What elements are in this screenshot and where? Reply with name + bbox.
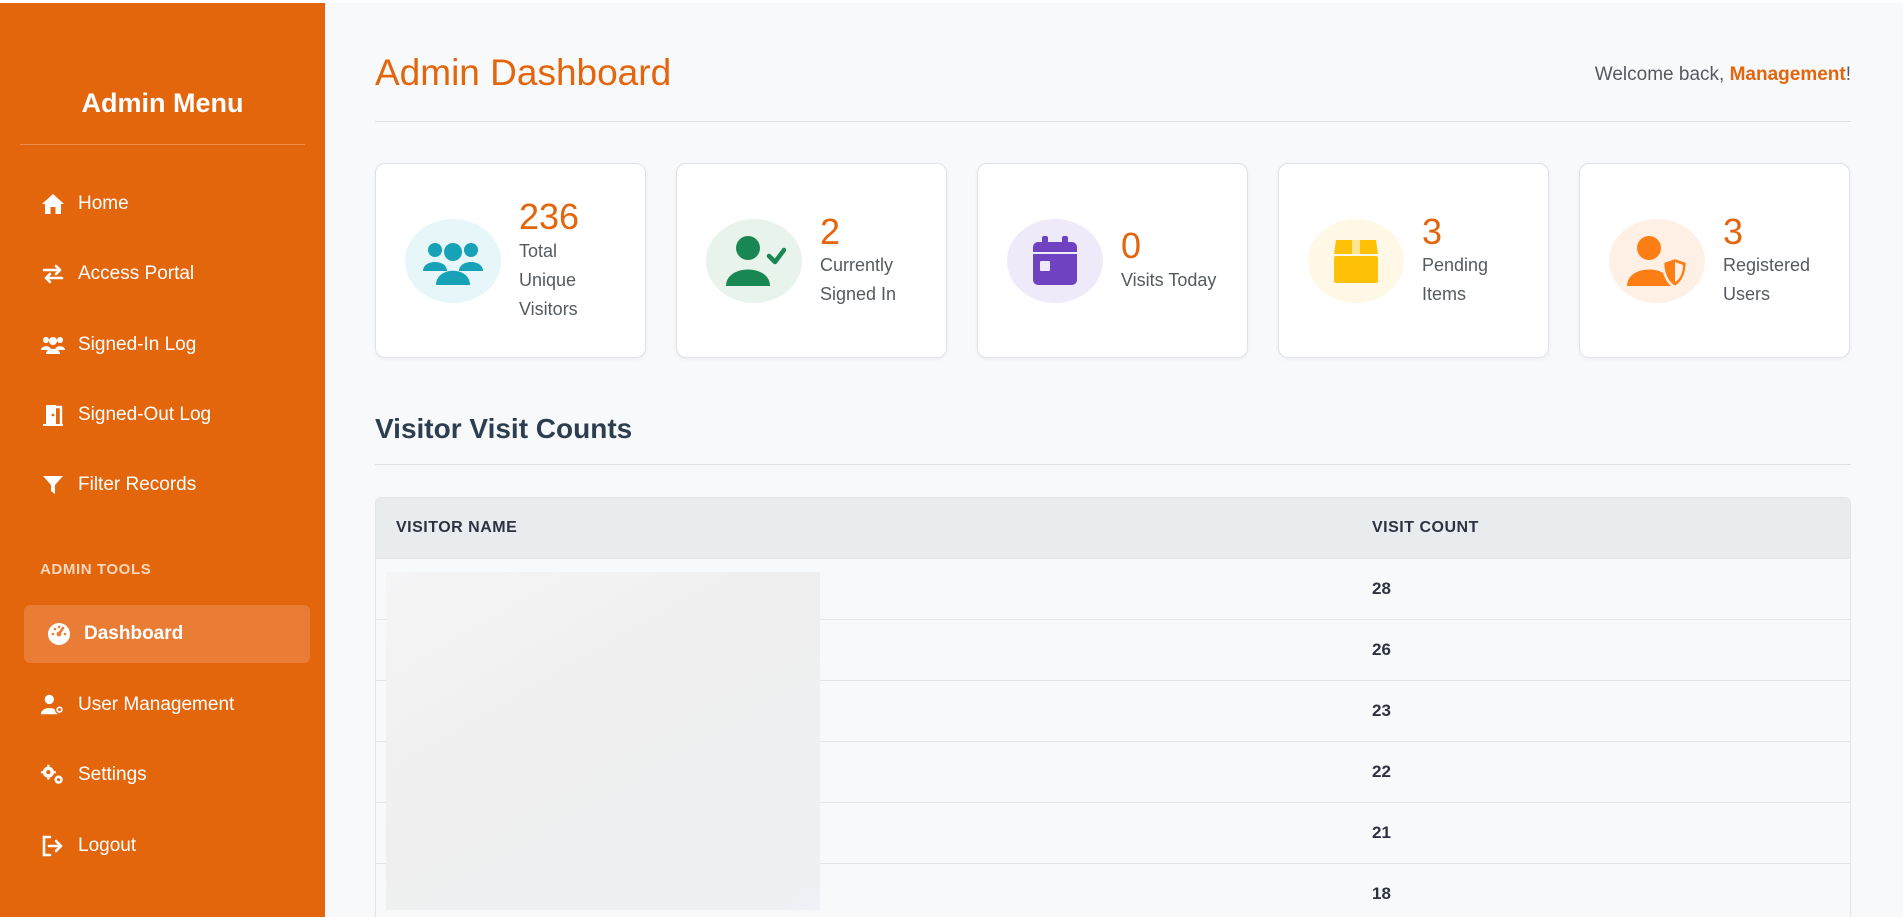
sidebar-item-label: Access Portal [78,263,195,284]
sidebar-item-logout[interactable]: Logout [24,817,310,875]
stat-card-visits-today: 0 Visits Today [977,163,1248,358]
sidebar-item-label: Home [78,193,129,214]
visit-count-cell: 23 [1372,701,1391,720]
users-group-icon [405,218,501,303]
stat-value: 3 [1422,210,1443,252]
stat-label: Visits Today [1121,269,1217,290]
stat-value: 3 [1723,210,1744,252]
house-icon [40,191,66,217]
visit-count-cell: 22 [1372,762,1391,781]
stat-card-registered-users: 3 Registered Users [1579,163,1850,358]
main-content: Admin Dashboard Welcome back, Management… [325,3,1903,917]
stat-card-total-unique-visitors: 236 Total Unique Visitors [375,163,646,358]
sidebar-item-label: Filter Records [78,474,197,495]
sidebar-item-access-portal[interactable]: Access Portal [24,245,310,303]
sidebar-divider [20,144,305,145]
sidebar-item-signed-in-log[interactable]: Signed-In Log [24,316,310,374]
visit-counts-table: VISITOR NAME VISIT COUNT 28 26 23 22 21 … [375,497,1851,917]
stat-label: Total Unique Visitors [519,240,578,319]
admin-tools-section-label: ADMIN TOOLS [40,561,152,578]
stat-label: Registered Users [1723,255,1811,305]
section-title: Visitor Visit Counts [375,413,633,444]
sidebar-item-filter-records[interactable]: Filter Records [24,456,310,514]
door-exit-icon [40,402,66,428]
sidebar-item-user-management[interactable]: User Management [24,676,310,734]
gears-icon [40,762,66,788]
sidebar-item-label: User Management [78,694,235,715]
filter-icon [40,472,66,498]
sign-out-icon [40,833,66,859]
section-divider [375,464,1851,465]
user-shield-icon [1609,218,1705,303]
calendar-icon [1007,218,1103,303]
sidebar-item-signed-out-log[interactable]: Signed-Out Log [24,386,310,444]
sidebar-item-home[interactable]: Home [24,175,310,233]
visit-count-cell: 26 [1372,640,1391,659]
column-header-visitor-name: VISITOR NAME [396,519,518,536]
sidebar-title: Admin Menu [81,88,244,118]
stat-value: 0 [1121,225,1142,267]
sidebar-item-label: Signed-Out Log [78,404,212,425]
column-header-visit-count: VISIT COUNT [1372,519,1479,536]
user-check-icon [706,218,802,303]
sidebar-item-dashboard[interactable]: Dashboard [24,605,310,663]
redacted-names-overlay [386,572,820,910]
visit-count-cell: 18 [1372,884,1391,903]
visit-count-cell: 21 [1372,823,1391,842]
table-header: VISITOR NAME VISIT COUNT [376,498,1850,558]
users-icon [40,332,66,358]
gauge-icon [46,621,72,647]
box-icon [1308,218,1404,303]
sidebar-item-label: Dashboard [84,623,184,644]
sidebar-item-label: Signed-In Log [78,334,197,355]
welcome-suffix: ! [1845,64,1851,85]
user-gear-icon [40,692,66,718]
stat-card-currently-signed-in: 2 Currently Signed In [676,163,947,358]
stat-value: 236 [519,196,580,238]
stat-label: Currently Signed In [820,255,897,305]
sidebar-item-label: Logout [78,835,137,856]
visit-count-cell: 28 [1372,579,1391,598]
page-title: Admin Dashboard [375,52,672,93]
sidebar-item-settings[interactable]: Settings [24,746,310,804]
current-user-name: Management [1729,64,1846,85]
stat-value: 2 [820,210,841,252]
header-divider [375,121,1851,122]
arrows-exchange-icon [40,261,66,287]
stat-card-pending-items: 3 Pending Items [1278,163,1549,358]
welcome-message: Welcome back, Management! [1595,64,1851,86]
sidebar: Admin Menu Home Access Portal Signed-In … [0,3,325,917]
sidebar-item-label: Settings [78,764,147,785]
welcome-prefix: Welcome back, [1594,64,1730,85]
stat-label: Pending Items [1422,255,1489,305]
